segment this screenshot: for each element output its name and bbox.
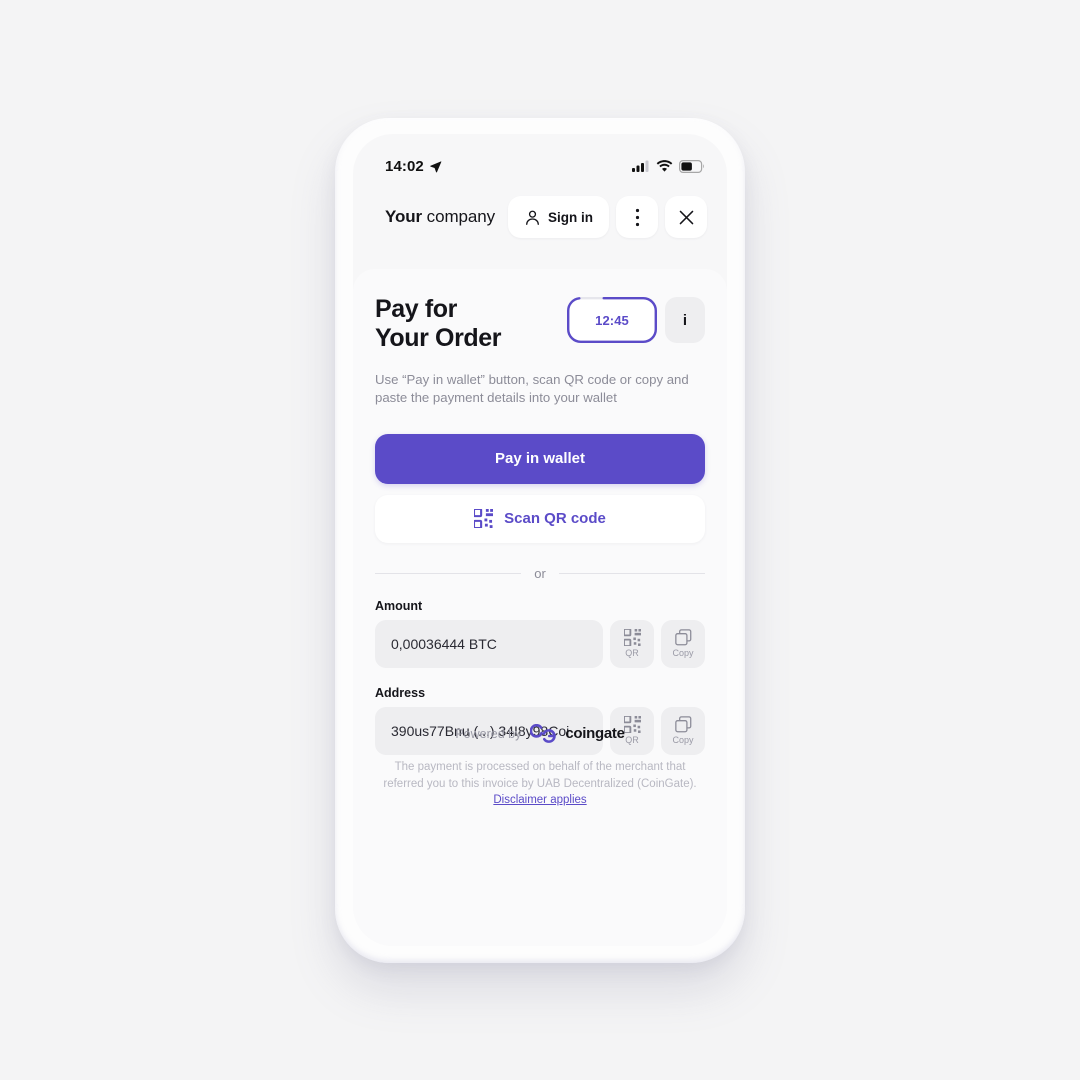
status-bar-icons xyxy=(632,159,705,173)
brand-title-bold: Your xyxy=(385,207,423,226)
amount-field-block: Amount 0,00036444 BTC QR Copy xyxy=(375,599,705,668)
divider-line-left xyxy=(375,572,522,574)
legal-disclaimer-text: The payment is processed on behalf of th… xyxy=(377,759,703,809)
amount-copy-label: Copy xyxy=(672,648,694,659)
sign-in-button[interactable]: Sign in xyxy=(508,196,609,238)
copy-icon xyxy=(674,629,691,646)
instructions-text: Use “Pay in wallet” button, scan QR code… xyxy=(375,371,689,406)
status-time: 14:02 xyxy=(385,157,424,175)
wifi-icon xyxy=(656,160,673,172)
person-icon xyxy=(526,210,539,225)
brand-title-normal: company xyxy=(422,207,495,226)
page-title-line-1: Pay for xyxy=(375,295,457,323)
or-divider: or xyxy=(375,566,705,581)
scan-qr-code-button[interactable]: Scan QR code xyxy=(375,494,705,543)
kebab-menu-icon xyxy=(635,208,639,226)
page-title: Pay for Your Order xyxy=(375,295,502,354)
status-bar: 14:02 xyxy=(353,134,727,186)
phone-screen: 14:02 Your company Sign in Pay for Your … xyxy=(353,134,727,946)
pay-in-wallet-label: Pay in wallet xyxy=(494,450,586,468)
page-title-line-2: Your Order xyxy=(375,324,502,353)
brand-title: Your company xyxy=(385,207,495,227)
phone-frame: 14:02 Your company Sign in Pay for Your … xyxy=(335,118,745,963)
cellular-signal-icon xyxy=(632,160,649,172)
countdown-timer-badge: 12:45 xyxy=(567,297,657,343)
amount-value[interactable]: 0,00036444 BTC xyxy=(375,619,603,668)
coingate-wordmark: coingate xyxy=(565,725,625,742)
legal-line-1: The payment is processed on behalf of th… xyxy=(394,761,686,773)
location-arrow-icon xyxy=(430,160,442,172)
info-button[interactable]: i xyxy=(665,297,705,343)
close-button[interactable] xyxy=(665,196,707,238)
powered-by-label: Powered by xyxy=(455,726,522,741)
status-bar-time-group: 14:02 xyxy=(385,158,442,175)
divider-label: or xyxy=(534,565,546,581)
battery-icon xyxy=(679,159,704,173)
title-tools: 12:45 i xyxy=(567,295,705,343)
pay-in-wallet-button[interactable]: Pay in wallet xyxy=(375,433,705,484)
amount-qr-label: QR xyxy=(625,648,639,659)
scan-qr-code-label: Scan QR code xyxy=(504,510,606,528)
more-options-button[interactable] xyxy=(616,196,658,238)
amount-qr-button[interactable]: QR xyxy=(610,619,654,668)
close-icon xyxy=(679,210,693,224)
info-button-label: i xyxy=(682,311,688,329)
header-actions: Sign in xyxy=(508,196,707,238)
address-field-block: Address 390us77Bnu (...) 34I8y98Coi QR C… xyxy=(375,686,705,755)
qr-code-icon xyxy=(623,629,641,647)
payment-card: Pay for Your Order 12:45 i Use “Pay in w… xyxy=(353,269,727,946)
legal-line-2: referred you to this invoice by UAB Dece… xyxy=(383,777,634,790)
disclaimer-link[interactable]: Disclaimer applies xyxy=(493,794,586,806)
amount-field-row: 0,00036444 BTC QR Copy xyxy=(375,619,705,668)
amount-copy-button[interactable]: Copy xyxy=(661,619,705,668)
sign-in-label: Sign in xyxy=(548,209,593,225)
address-field-label: Address xyxy=(375,685,426,700)
amount-field-label: Amount xyxy=(375,598,423,613)
app-header: Your company Sign in xyxy=(353,186,727,248)
coingate-logo-icon xyxy=(530,724,557,743)
legal-line-3: (CoinGate). xyxy=(637,777,697,790)
powered-by-row: Powered by coingate xyxy=(353,724,727,743)
divider-line-right xyxy=(558,572,705,574)
title-row: Pay for Your Order 12:45 i xyxy=(375,295,705,354)
qr-code-icon xyxy=(474,509,494,529)
countdown-timer-label: 12:45 xyxy=(595,312,629,328)
